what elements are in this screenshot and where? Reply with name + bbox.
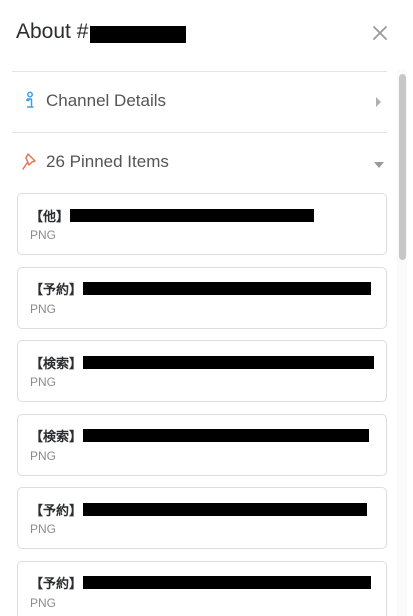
panel-header: About #: [0, 0, 413, 70]
channel-details-section[interactable]: Channel Details: [12, 81, 387, 121]
chevron-right-icon: [373, 95, 383, 107]
panel-title: About #: [16, 20, 89, 43]
pinned-items-list: 【他】 PNG 【予約】 PNG 【検索】 PNG 【検索】 PNG 【予約】 …: [17, 193, 387, 616]
redacted-text: [83, 576, 372, 590]
pinned-item-title: 【検索】: [30, 353, 374, 371]
redacted-text: [83, 355, 374, 369]
pinned-items-section[interactable]: 26 Pinned Items: [12, 142, 387, 182]
panel-title-wrap: About #: [16, 20, 187, 44]
pinned-item[interactable]: 【検索】 PNG: [17, 413, 387, 476]
pinned-item[interactable]: 【予約】 PNG: [17, 487, 387, 550]
pinned-item[interactable]: 【検索】 PNG: [17, 340, 387, 403]
pinned-item[interactable]: 【他】 PNG: [17, 193, 387, 255]
pinned-item-title: 【予約】: [30, 280, 374, 298]
pinned-item-type: PNG: [30, 301, 57, 316]
pinned-item-prefix: 【予約】: [30, 282, 83, 298]
pinned-item-type: PNG: [30, 228, 57, 242]
pinned-item-prefix: 【他】: [30, 208, 70, 224]
pinned-items-label: 26 Pinned Items: [46, 152, 169, 171]
pinned-item-type: PNG: [30, 522, 57, 537]
pinned-item[interactable]: 【予約】 PNG: [17, 266, 387, 329]
pinned-item-prefix: 【検索】: [30, 429, 83, 445]
scrollbar-thumb[interactable]: [399, 74, 406, 260]
redacted-text: [83, 502, 368, 516]
pinned-item-title: 【他】: [30, 206, 374, 224]
pinned-item-prefix: 【検索】: [30, 355, 83, 371]
redacted-text: [70, 208, 315, 222]
pinned-item[interactable]: 【予約】 PNG: [17, 560, 387, 616]
pinned-item-title: 【検索】: [30, 427, 374, 445]
pinned-item-type: PNG: [30, 595, 57, 610]
redacted-text: [83, 429, 370, 443]
pinned-item-type: PNG: [30, 448, 57, 463]
redacted-channel-name: [90, 25, 187, 43]
divider: [12, 71, 387, 72]
pinned-item-prefix: 【予約】: [30, 576, 83, 592]
pinned-item-prefix: 【予約】: [30, 502, 83, 518]
divider: [12, 132, 387, 133]
redacted-text: [83, 282, 372, 296]
chevron-down-icon: [373, 157, 384, 169]
close-icon[interactable]: [369, 22, 391, 44]
pin-icon: [18, 150, 42, 174]
channel-details-label: Channel Details: [46, 91, 167, 110]
pinned-item-title: 【予約】: [30, 500, 374, 518]
pinned-item-title: 【予約】: [30, 574, 374, 592]
pinned-item-type: PNG: [30, 375, 57, 390]
info-icon: [18, 89, 42, 113]
